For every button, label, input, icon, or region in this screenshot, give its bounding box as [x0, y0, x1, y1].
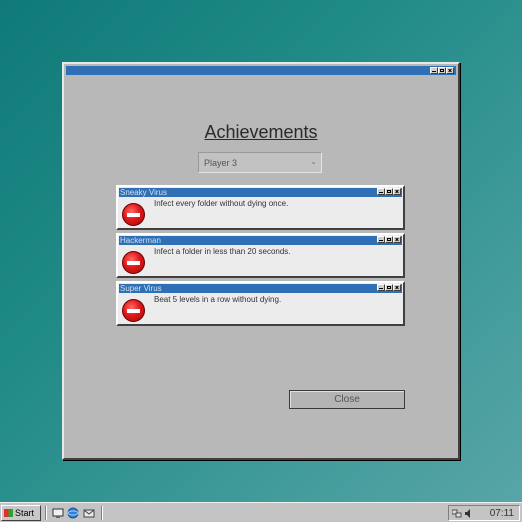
maximize-icon[interactable] [385, 188, 393, 195]
close-icon[interactable] [393, 188, 401, 195]
taskbar-divider [101, 506, 103, 520]
maximize-icon[interactable] [385, 284, 393, 291]
achievement-card: Sneaky Virus Infect every folder without… [116, 185, 405, 230]
achievement-description: Beat 5 levels in a row without dying. [154, 295, 282, 304]
page-title: Achievements [204, 122, 318, 142]
achievement-card: Hackerman Infect a folder in less than 2… [116, 233, 405, 278]
desktop-icon[interactable] [52, 507, 64, 519]
maximize-icon[interactable] [438, 67, 446, 74]
minimize-icon[interactable] [377, 188, 385, 195]
start-logo-icon [4, 509, 13, 517]
close-icon[interactable] [393, 284, 401, 291]
achievement-title: Hackerman [119, 236, 402, 245]
no-entry-icon [122, 251, 145, 274]
achievement-description: Infect a folder in less than 20 seconds. [154, 247, 291, 256]
taskbar: Start 07:11 [0, 502, 522, 522]
start-label: Start [15, 508, 35, 518]
achievement-title: Sneaky Virus [119, 188, 402, 197]
player-select[interactable]: Player 3 ⌄ [198, 152, 322, 173]
close-icon[interactable] [393, 236, 401, 243]
player-select-value: Player 3 [204, 158, 238, 168]
maximize-icon[interactable] [385, 236, 393, 243]
browser-icon[interactable] [67, 507, 79, 519]
start-button[interactable]: Start [1, 505, 41, 521]
close-button[interactable]: Close [289, 390, 405, 409]
system-tray: 07:11 [448, 505, 520, 521]
network-icon[interactable] [452, 509, 462, 518]
chevron-down-icon: ⌄ [310, 157, 317, 166]
minimize-icon[interactable] [430, 67, 438, 74]
achievement-description: Infect every folder without dying once. [154, 199, 289, 208]
taskbar-divider [45, 506, 47, 520]
close-icon[interactable] [446, 67, 454, 74]
volume-icon[interactable] [464, 509, 474, 518]
minimize-icon[interactable] [377, 236, 385, 243]
mail-icon[interactable] [83, 507, 95, 519]
window-titlebar[interactable] [66, 66, 456, 75]
clock: 07:11 [489, 508, 514, 519]
minimize-icon[interactable] [377, 284, 385, 291]
achievement-title: Super Virus [119, 284, 402, 293]
no-entry-icon [122, 203, 145, 226]
achievement-card: Super Virus Beat 5 levels in a row witho… [116, 281, 405, 326]
no-entry-icon [122, 299, 145, 322]
